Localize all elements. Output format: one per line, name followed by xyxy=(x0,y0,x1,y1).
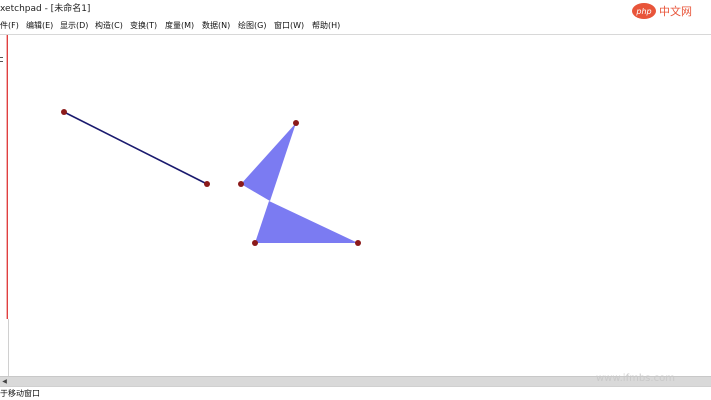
logo-cn-text: 中文网 xyxy=(659,4,692,18)
menu-bar: 件(F) 编辑(E) 显示(D) 构造(C) 变换(T) 度量(M) 数据(N)… xyxy=(0,18,711,35)
left-margin xyxy=(0,319,9,376)
point-triangle-left[interactable] xyxy=(238,181,244,187)
menu-help[interactable]: 帮助(H) xyxy=(312,18,340,34)
menu-display[interactable]: 显示(D) xyxy=(60,18,88,34)
polygon-lower-triangle[interactable] xyxy=(255,201,358,243)
sketch-canvas[interactable] xyxy=(9,35,711,376)
point-segment-start[interactable] xyxy=(61,109,67,115)
scroll-left-arrow-icon[interactable]: ◀ xyxy=(0,377,9,386)
point-segment-end[interactable] xyxy=(204,181,210,187)
menu-file[interactable]: 件(F) xyxy=(0,18,19,34)
title-bar: xetchpad - [未命名1] xyxy=(0,0,711,18)
status-text: 于移动窗口 xyxy=(0,389,40,398)
toolbox-mark xyxy=(0,57,3,58)
point-triangle-bottom-left[interactable] xyxy=(252,240,258,246)
point-triangle-bottom-right[interactable] xyxy=(355,240,361,246)
menu-graph[interactable]: 绘图(G) xyxy=(238,18,266,34)
menu-window[interactable]: 窗口(W) xyxy=(274,18,304,34)
toolbox-mark xyxy=(0,61,3,62)
logo-php-text: php xyxy=(635,7,651,16)
polygon-upper-triangle[interactable] xyxy=(241,123,296,201)
window-title: xetchpad - [未命名1] xyxy=(0,4,91,14)
menu-edit[interactable]: 编辑(E) xyxy=(26,18,53,34)
line-segment[interactable] xyxy=(63,111,208,185)
php-logo-watermark: php 中文网 xyxy=(632,3,692,19)
status-bar: 于移动窗口 xyxy=(0,386,711,400)
menu-data[interactable]: 数据(N) xyxy=(202,18,230,34)
sketch-drawing[interactable] xyxy=(9,35,711,376)
menu-measure[interactable]: 度量(M) xyxy=(165,18,194,34)
point-triangle-top[interactable] xyxy=(293,120,299,126)
menu-construct[interactable]: 构造(C) xyxy=(95,18,123,34)
sketchpad-window: xetchpad - [未命名1] 件(F) 编辑(E) 显示(D) 构造(C)… xyxy=(0,0,711,400)
toolbox-panel-edge[interactable] xyxy=(0,35,8,319)
watermark-url: www.ifmbs.com xyxy=(596,373,675,384)
menu-transform[interactable]: 变换(T) xyxy=(130,18,157,34)
